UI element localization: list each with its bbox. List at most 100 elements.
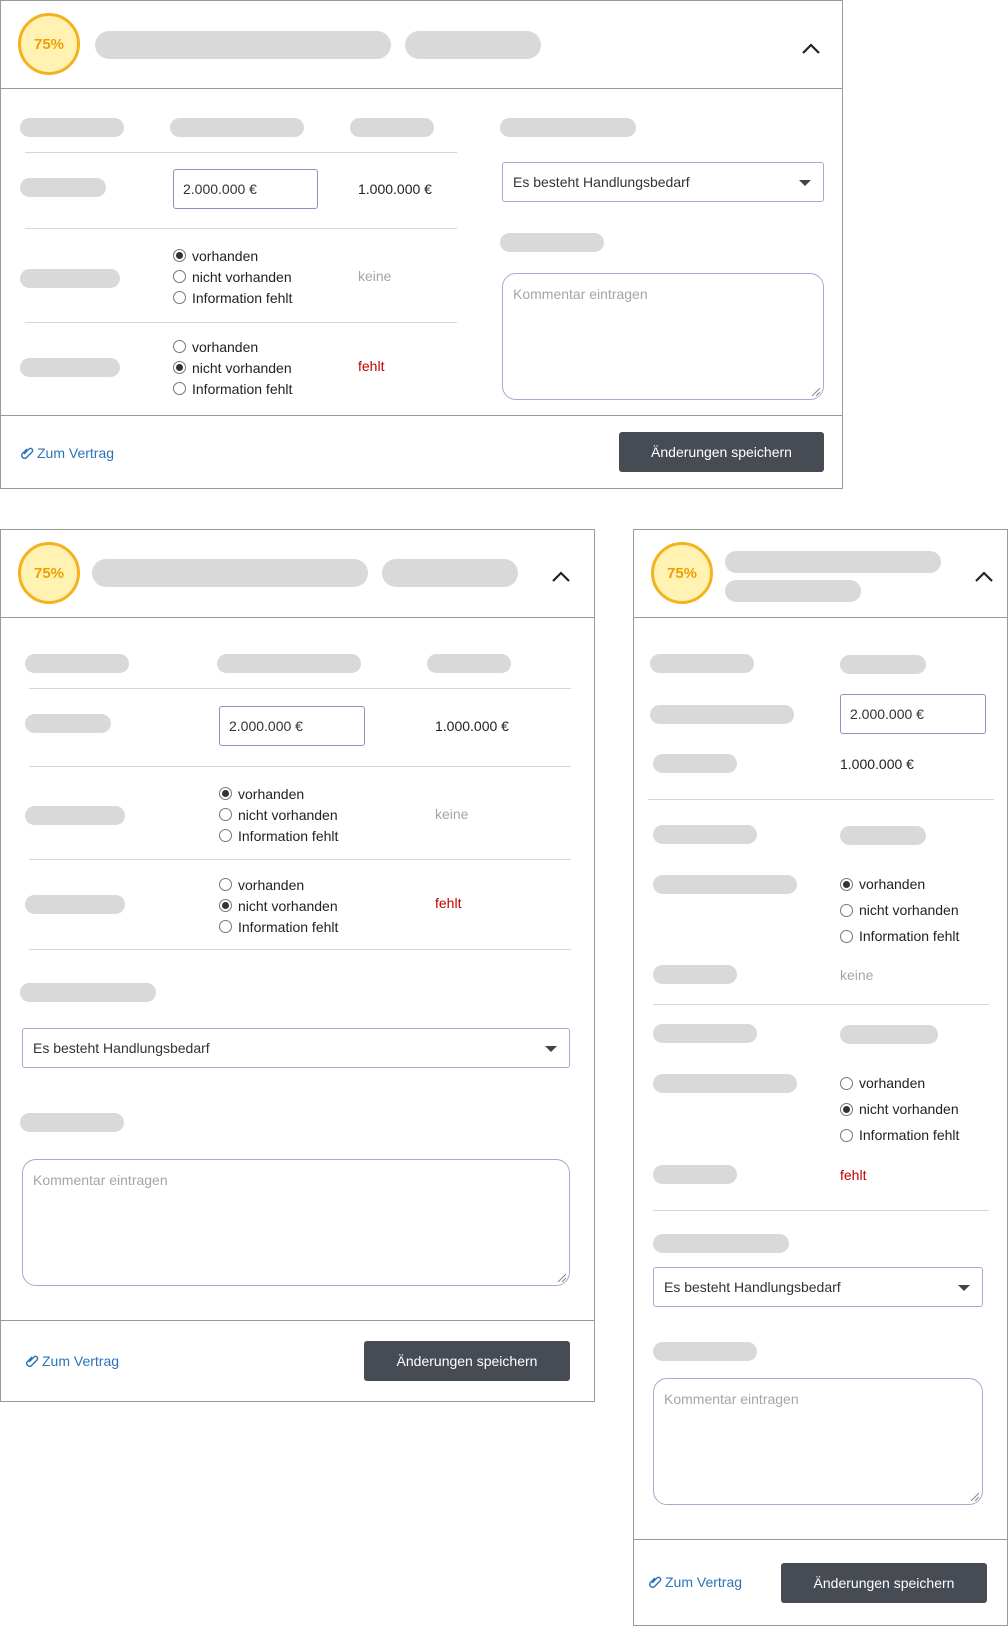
title-placeholder [725,551,941,573]
radio-dot [840,1102,853,1116]
contract-link[interactable]: Zum Vertrag [648,1574,742,1590]
chevron-up-icon[interactable] [550,566,572,588]
radio-nicht-vorhanden[interactable]: nicht vorhanden [219,895,338,916]
radio-nicht-vorhanden[interactable]: nicht vorhanden [219,804,338,825]
divider [25,322,457,323]
radio-vorhanden[interactable]: vorhanden [173,245,292,266]
comment-textarea[interactable]: Kommentar eintragen [502,273,824,400]
radio-label: Information fehlt [859,928,960,944]
assessment-select-value: Es besteht Handlungsbedarf [33,1040,210,1056]
comment-placeholder: Kommentar eintragen [664,1391,799,1407]
reference-amount: 1.000.000 € [840,756,914,772]
assessment-select[interactable]: Es besteht Handlungsbedarf [502,162,824,202]
reference-amount: 1.000.000 € [358,181,432,197]
radio-information-fehlt[interactable]: Information fehlt [219,825,338,846]
chevron-up-icon[interactable] [800,38,822,60]
radio-information-fehlt[interactable]: Information fehlt [219,916,338,937]
section-header-placeholder [653,1234,789,1253]
divider [653,1210,989,1211]
radio-label: vorhanden [238,785,305,802]
row-label-placeholder [653,1024,757,1043]
radio-vorhanden[interactable]: vorhanden [840,871,959,897]
assessment-select[interactable]: Es besteht Handlungsbedarf [653,1267,983,1307]
save-button[interactable]: Änderungen speichern [781,1563,987,1603]
save-button[interactable]: Änderungen speichern [619,432,824,472]
row-label-placeholder [653,754,737,773]
resize-grip-icon[interactable] [810,386,820,396]
subtitle-placeholder [725,580,861,602]
radio-dot [219,829,232,842]
availability-radio-group-1: vorhanden nicht vorhanden Information fe… [840,871,959,949]
radio-dot [219,920,232,933]
radio-label: nicht vorhanden [238,806,338,823]
radio-dot [173,340,186,353]
resize-grip-icon[interactable] [969,1491,979,1501]
row-label-placeholder [653,825,757,844]
assessment-select-value: Es besteht Handlungsbedarf [513,174,690,190]
amount-input[interactable]: 2.000.000 € [219,706,365,746]
row-label-placeholder [20,269,120,288]
card-footer: Zum Vertrag Änderungen speichern [634,1539,1007,1625]
radio-vorhanden[interactable]: vorhanden [219,874,338,895]
radio-label: Information fehlt [238,918,339,935]
amount-input-value: 2.000.000 € [229,718,303,734]
radio-nicht-vorhanden[interactable]: nicht vorhanden [840,897,959,923]
status-fehlt: fehlt [358,358,385,374]
contract-link[interactable]: Zum Vertrag [25,1353,119,1369]
section-header-placeholder [20,983,156,1002]
radio-nicht-vorhanden[interactable]: nicht vorhanden [173,266,292,287]
radio-label: Information fehlt [192,289,293,306]
amount-input[interactable]: 2.000.000 € [173,169,318,209]
divider [29,688,571,689]
column-header-placeholder [840,826,926,845]
radio-label: vorhanden [238,876,305,893]
radio-label: nicht vorhanden [238,897,338,914]
assessment-select[interactable]: Es besteht Handlungsbedarf [22,1028,570,1068]
radio-information-fehlt[interactable]: Information fehlt [173,378,292,399]
radio-vorhanden[interactable]: vorhanden [173,336,292,357]
status-keine: keine [840,967,874,983]
row-label-placeholder [653,875,797,894]
radio-nicht-vorhanden[interactable]: nicht vorhanden [840,1096,959,1122]
resize-grip-icon[interactable] [556,1272,566,1282]
radio-dot [840,903,853,917]
column-header-placeholder [427,654,511,673]
radio-dot [173,382,186,395]
comment-label-placeholder [500,233,604,252]
paperclip-icon [26,1355,39,1367]
amount-input-value: 2.000.000 € [850,706,924,722]
comment-textarea[interactable]: Kommentar eintragen [653,1378,983,1505]
radio-dot [173,361,186,374]
contract-check-card-narrow: 75% 2.000.000 € 1.000.000 € vorhanden ni… [633,529,1008,1626]
column-header-placeholder [350,118,434,137]
radio-vorhanden[interactable]: vorhanden [840,1070,959,1096]
chevron-up-icon[interactable] [973,566,995,588]
subtitle-placeholder [382,559,518,587]
radio-label: nicht vorhanden [859,902,959,918]
radio-label: nicht vorhanden [192,359,292,376]
row-label-placeholder [25,714,111,733]
title-placeholder [92,559,368,587]
radio-dot [173,249,186,262]
radio-vorhanden[interactable]: vorhanden [219,783,338,804]
progress-badge: 75% [18,13,80,75]
comment-textarea[interactable]: Kommentar eintragen [22,1159,570,1286]
radio-information-fehlt[interactable]: Information fehlt [840,923,959,949]
column-header-placeholder [840,655,926,674]
radio-nicht-vorhanden[interactable]: nicht vorhanden [173,357,292,378]
amount-input[interactable]: 2.000.000 € [840,694,986,734]
contract-link[interactable]: Zum Vertrag [20,445,114,461]
status-keine: keine [358,268,392,284]
status-fehlt: fehlt [435,895,462,911]
radio-information-fehlt[interactable]: Information fehlt [173,287,292,308]
contract-check-card-medium: 75% 2.000.000 € 1.000.000 € vorhanden ni… [0,529,595,1402]
status-keine: keine [435,806,469,822]
radio-information-fehlt[interactable]: Information fehlt [840,1122,959,1148]
subtitle-placeholder [405,31,541,59]
contract-check-card-wide: 75% 2.000.000 € 1.000.000 € vorhanden ni… [0,0,843,489]
card-header: 75% [1,1,842,89]
radio-label: vorhanden [192,247,259,264]
divider [25,228,457,229]
save-button[interactable]: Änderungen speichern [364,1341,570,1381]
radio-dot [219,899,232,912]
